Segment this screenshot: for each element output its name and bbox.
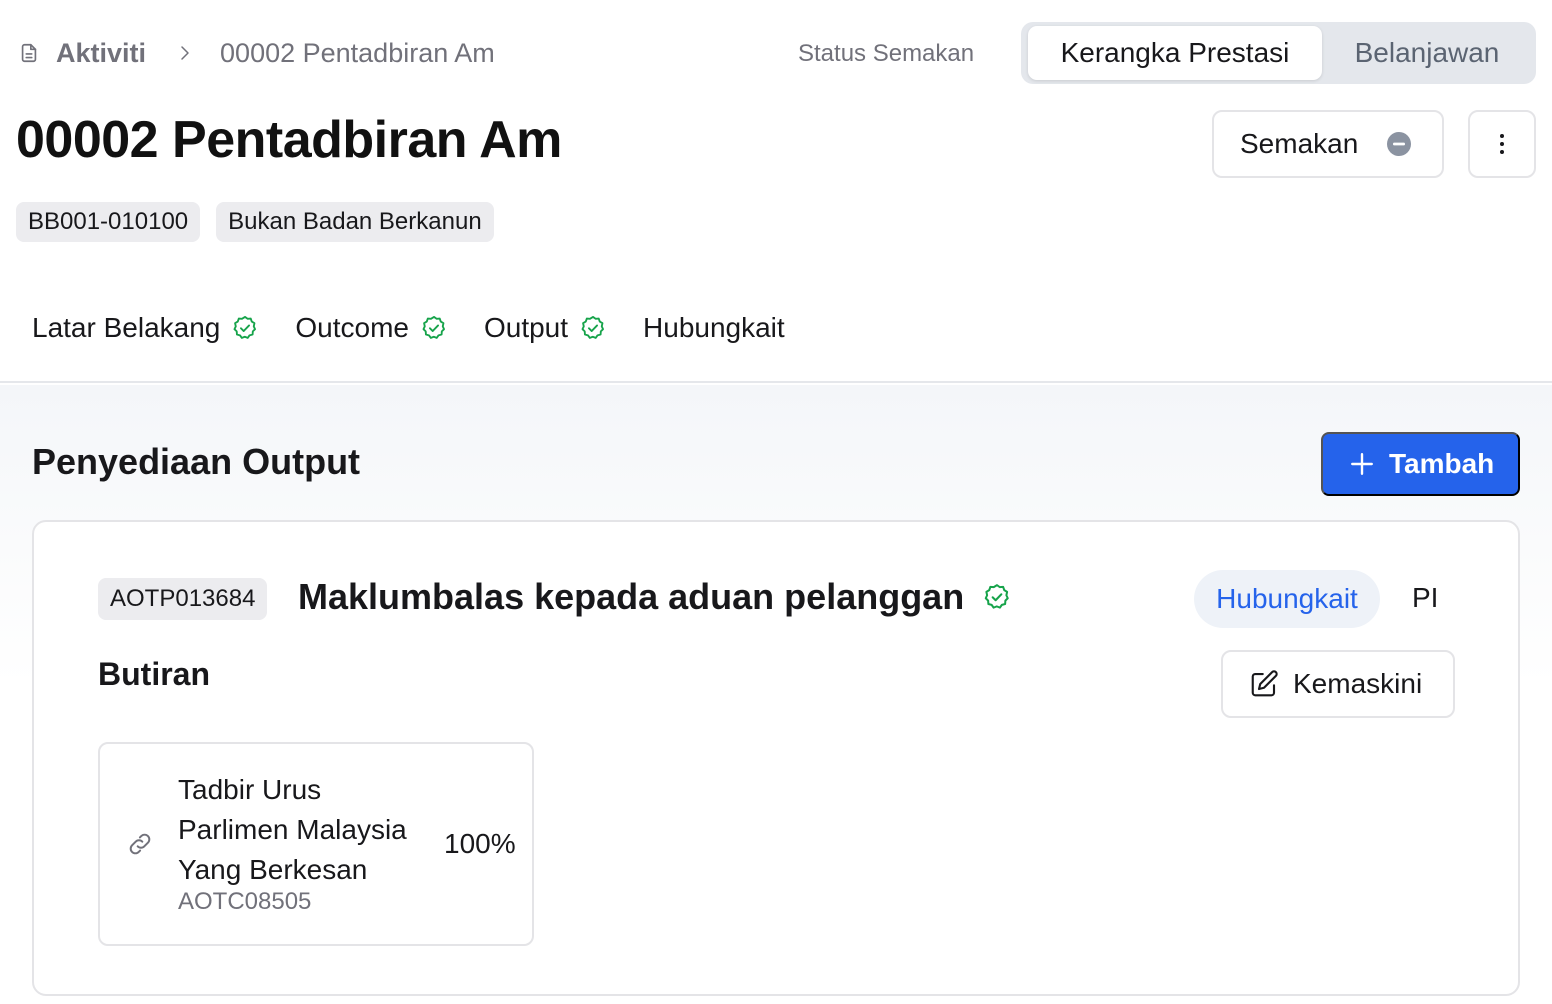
page-header: Aktiviti 00002 Pentadbiran Am Status Sem… [0, 0, 1552, 383]
details-heading: Butiran [98, 656, 210, 692]
check-badge-icon [420, 314, 448, 342]
tag-body-type: Bukan Badan Berkanun [216, 202, 494, 242]
linked-outcome-name: Tadbir Urus Parlimen Malaysia Yang Berke… [178, 774, 407, 885]
tab-hubungkait[interactable]: Hubungkait [643, 312, 785, 344]
chevron-right-icon [176, 44, 194, 62]
kemaskini-button-label: Kemaskini [1293, 668, 1423, 699]
check-badge-icon [231, 314, 259, 342]
card-tab-hubungkait[interactable]: Hubungkait [1194, 570, 1380, 628]
kemaskini-button[interactable]: Kemaskini [1221, 650, 1455, 718]
main-content: Penyediaan Output Tambah AOTP013684 Makl… [0, 385, 1552, 1004]
link-icon [126, 830, 154, 858]
status-semakan-label: Status Semakan [798, 40, 975, 67]
output-card: AOTP013684 Maklumbalas kepada aduan pela… [32, 520, 1520, 996]
edit-icon [1249, 669, 1279, 699]
breadcrumb-current: 00002 Pentadbiran Am [220, 37, 495, 68]
segment-belanjawan[interactable]: Belanjawan [1322, 26, 1532, 80]
check-badge-icon [982, 582, 1012, 612]
output-title-text: Maklumbalas kepada aduan pelanggan [298, 576, 965, 617]
tab-label: Latar Belakang [32, 312, 221, 343]
tab-label: Output [483, 312, 569, 343]
minus-circle-icon [1386, 131, 1412, 157]
tab-label: Hubungkait [643, 312, 785, 343]
check-badge-icon [579, 314, 607, 342]
tab-latar-belakang[interactable]: Latar Belakang [32, 312, 259, 344]
output-title: Maklumbalas kepada aduan pelanggan [298, 576, 1012, 618]
page-title: 00002 Pentadbiran Am [16, 111, 562, 169]
plus-icon [1349, 451, 1375, 477]
add-output-button[interactable]: Tambah [1321, 432, 1520, 496]
linked-outcome-percentage: 100% [444, 828, 516, 859]
segment-kerangka-prestasi[interactable]: Kerangka Prestasi [1028, 26, 1322, 80]
more-options-button[interactable] [1468, 110, 1536, 178]
view-segmented-control: Kerangka Prestasi Belanjawan [1021, 22, 1536, 84]
tab-outcome[interactable]: Outcome [295, 312, 448, 344]
add-output-button-label: Tambah [1389, 448, 1495, 479]
linked-outcome-card[interactable]: Tadbir Urus Parlimen Malaysia Yang Berke… [98, 742, 534, 946]
tab-output[interactable]: Output [484, 312, 607, 344]
output-code-badge: AOTP013684 [98, 578, 268, 620]
activity-tags: BB001-010100 Bukan Badan Berkanun [16, 202, 494, 242]
semakan-button[interactable]: Semakan [1212, 110, 1444, 178]
tag-code: BB001-010100 [16, 202, 201, 242]
vertical-dots-icon [1499, 132, 1505, 156]
tab-label: Outcome [295, 312, 409, 343]
linked-outcome-code: AOTC08505 [178, 888, 312, 915]
semakan-button-label: Semakan [1240, 128, 1359, 159]
breadcrumb: Aktiviti 00002 Pentadbiran Am [18, 34, 495, 72]
breadcrumb-root-link[interactable]: Aktiviti [56, 38, 146, 69]
section-title: Penyediaan Output [32, 441, 361, 482]
document-icon [18, 42, 40, 64]
card-tab-pi[interactable]: PI [1412, 582, 1438, 614]
section-tabs: Latar Belakang Outcome Output Hubungkait [32, 306, 821, 350]
